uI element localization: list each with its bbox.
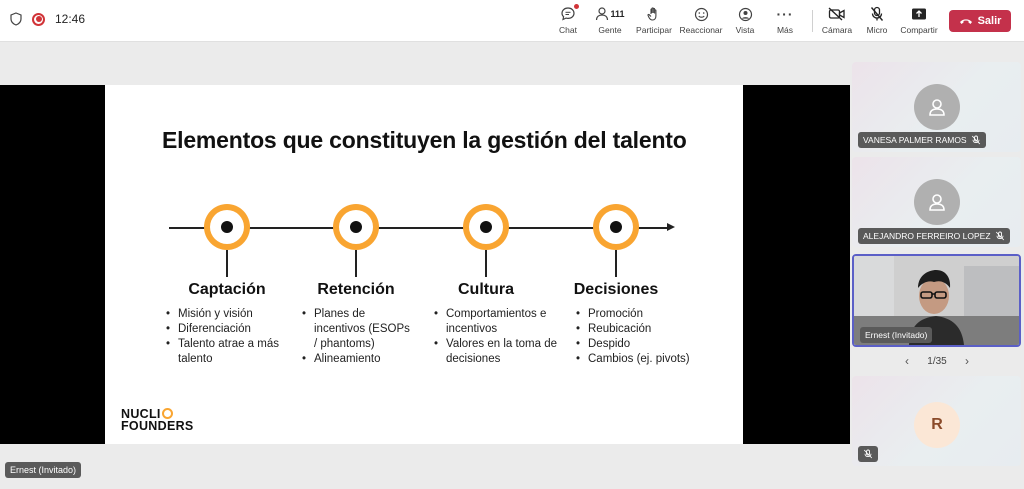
shared-content-stage: Elementos que constituyen la gestión del… — [0, 85, 850, 444]
column-list-retencion: Planes de incentivos (ESOPs / phantoms) … — [301, 307, 416, 367]
mic-label: Micro — [866, 25, 888, 35]
list-item: Despido — [575, 337, 715, 352]
column-title-decisiones: Decisiones — [573, 281, 659, 298]
list-item: Comportamientos e incentivos — [433, 307, 558, 337]
mic-off-icon — [971, 135, 980, 145]
mic-off-icon — [870, 5, 884, 23]
hand-icon — [647, 5, 661, 23]
raise-hand-button[interactable]: Participar — [627, 5, 681, 39]
timeline-stem — [355, 250, 357, 277]
column-list-cultura: Comportamientos e incentivos Valores en … — [433, 307, 558, 367]
smiley-icon — [694, 5, 709, 23]
avatar — [914, 179, 960, 225]
person-icon — [929, 99, 945, 116]
participant-mute-tag — [858, 446, 878, 462]
chat-icon — [560, 4, 579, 23]
list-item: Promoción — [575, 307, 715, 322]
chat-unread-dot — [574, 4, 579, 9]
timeline-node — [333, 204, 379, 250]
participant-tile[interactable]: ALEJANDRO FERREIRO LOPEZ — [852, 157, 1021, 247]
share-icon — [911, 5, 927, 23]
presentation-slide: Elementos que constituyen la gestión del… — [105, 85, 743, 444]
participant-tile[interactable]: R — [852, 376, 1021, 466]
view-icon — [738, 5, 753, 23]
more-icon: ··· — [776, 6, 794, 22]
column-title-cultura: Cultura — [458, 281, 514, 298]
meeting-timer: 12:46 — [55, 12, 86, 26]
shield-icon — [10, 12, 22, 26]
avatar: R — [914, 402, 960, 448]
timeline-stem — [615, 250, 617, 277]
timeline-stem — [485, 250, 487, 277]
list-item: Alineamiento — [301, 352, 416, 367]
participant-name-tag: Ernest (Invitado) — [860, 327, 933, 343]
list-item: Valores en la toma de decisiones — [433, 337, 558, 367]
mic-off-icon — [995, 231, 1004, 241]
people-icon — [596, 7, 609, 21]
share-button[interactable]: Compartir — [892, 5, 946, 39]
timeline-node — [204, 204, 250, 250]
timeline-stem — [226, 250, 228, 277]
participant-name: VANESA PALMER RAMOS — [863, 135, 967, 145]
more-button[interactable]: ··· Más — [758, 5, 812, 39]
people-label: Gente — [598, 25, 622, 35]
people-icon-wrap: 111 — [595, 5, 625, 23]
leave-button[interactable]: Salir — [949, 10, 1011, 32]
timeline-node — [593, 204, 639, 250]
camera-off-icon — [828, 5, 846, 23]
list-item: Misión y visión — [165, 307, 290, 322]
share-label: Compartir — [900, 25, 938, 35]
chevron-right-icon[interactable]: › — [965, 354, 969, 368]
column-title-retencion: Retención — [317, 281, 395, 298]
list-item: Planes de incentivos (ESOPs / phantoms) — [301, 307, 416, 352]
avatar — [914, 84, 960, 130]
participant-name-tag: VANESA PALMER RAMOS — [858, 132, 986, 148]
participant-pager: ‹ 1/35 › — [905, 354, 969, 368]
people-count: 111 — [610, 9, 625, 19]
person-icon — [929, 194, 945, 211]
nuclio-logo: NUCLI FOUNDERS — [121, 408, 194, 433]
participant-tile[interactable]: VANESA PALMER RAMOS — [852, 62, 1021, 152]
camera-label: Cámara — [821, 25, 853, 35]
timeline-arrow-icon — [667, 223, 675, 231]
mic-off-icon — [863, 449, 873, 459]
slide-title: Elementos que constituyen la gestión del… — [162, 127, 687, 153]
timeline-node — [463, 204, 509, 250]
chat-label: Chat — [559, 25, 577, 35]
participant-video-tile[interactable]: Ernest (Invitado) — [852, 254, 1021, 347]
column-list-decisiones: Promoción Reubicación Despido Cambios (e… — [575, 307, 715, 367]
raise-hand-label: Participar — [636, 25, 672, 35]
list-item: Reubicación — [575, 322, 715, 337]
participant-name: Ernest (Invitado) — [865, 330, 928, 340]
participant-name: ALEJANDRO FERREIRO LOPEZ — [863, 231, 991, 241]
logo-line2: FOUNDERS — [121, 419, 194, 433]
column-title-captacion: Captación — [188, 281, 266, 298]
logo-o-ring-icon — [161, 408, 173, 419]
meeting-toolbar: 12:46 Chat 111 Gente Participar Reaccion… — [0, 0, 1024, 42]
view-label: Vista — [735, 25, 755, 35]
column-list-captacion: Misión y visión Diferenciación Talento a… — [165, 307, 290, 367]
leave-label: Salir — [977, 15, 1002, 27]
pager-text: 1/35 — [927, 355, 947, 367]
chevron-left-icon[interactable]: ‹ — [905, 354, 909, 368]
status-area: 12:46 — [10, 12, 85, 26]
more-label: Más — [776, 25, 794, 35]
list-item: Cambios (ej. pivots) — [575, 352, 715, 367]
participant-name-tag: ALEJANDRO FERREIRO LOPEZ — [858, 228, 1010, 244]
react-label: Reaccionar — [679, 25, 723, 35]
list-item: Talento atrae a más talento — [165, 337, 290, 367]
list-item: Diferenciación — [165, 322, 290, 337]
recording-icon — [32, 12, 45, 26]
phone-hangup-icon — [959, 19, 972, 24]
presenter-name-tag: Ernest (Invitado) — [5, 462, 82, 478]
